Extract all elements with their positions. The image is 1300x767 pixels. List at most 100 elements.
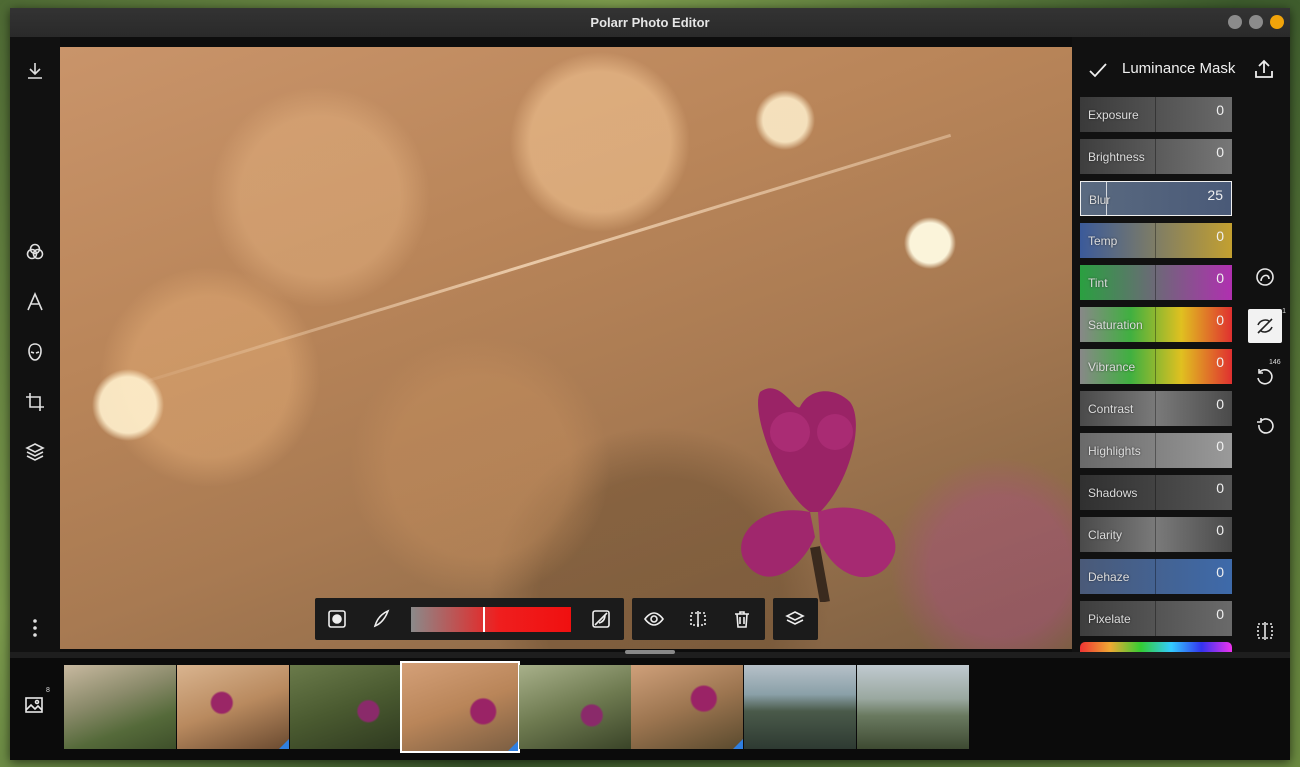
more-icon[interactable] [23, 616, 47, 640]
slider-tick [1155, 265, 1156, 300]
split-view-icon[interactable] [1255, 621, 1277, 643]
thumbnail-1[interactable] [64, 665, 176, 749]
thumbnail-8[interactable] [857, 665, 969, 749]
history-icon[interactable]: 146 [1255, 359, 1281, 389]
slider-vibrance[interactable]: Vibrance 0 [1080, 349, 1232, 384]
app-window: Polarr Photo Editor Luminance Mask Expos… [10, 8, 1290, 760]
brush-select-button[interactable] [322, 604, 352, 634]
slider-tick [1155, 433, 1156, 468]
thumbnail-5[interactable] [519, 665, 631, 749]
flower-image [741, 388, 896, 602]
download-icon[interactable] [23, 59, 47, 83]
filters-icon[interactable] [23, 240, 47, 264]
slider-tick [1155, 223, 1156, 258]
minimize-button[interactable] [1228, 15, 1242, 29]
slider-value: 0 [1216, 102, 1224, 118]
crop-icon[interactable] [23, 390, 47, 414]
slider-value: 25 [1207, 187, 1223, 203]
panel-title: Luminance Mask [1122, 60, 1236, 77]
slider-label: Highlights [1088, 444, 1141, 458]
slider-tick [1155, 517, 1156, 552]
edited-marker [733, 739, 743, 749]
left-toolbar [10, 37, 60, 652]
slider-highlights[interactable]: Highlights 0 [1080, 433, 1232, 468]
slider-tick [1155, 139, 1156, 174]
thumbnail-3[interactable] [290, 665, 402, 749]
slider-saturation[interactable]: Saturation 0 [1080, 307, 1232, 342]
slider-label: Saturation [1088, 318, 1143, 332]
slider-label: Pixelate [1088, 612, 1131, 626]
slider-tint[interactable]: Tint 0 [1080, 265, 1232, 300]
text-icon[interactable] [23, 290, 47, 314]
check-icon[interactable] [1087, 59, 1109, 81]
edited-marker [279, 739, 289, 749]
slider-temp[interactable]: Temp 0 [1080, 223, 1232, 258]
invert-mask-icon[interactable] [586, 604, 616, 634]
slider-value: 0 [1216, 438, 1224, 454]
mask-layers-icon[interactable] [780, 604, 810, 634]
adjustment-panel: Luminance Mask Exposure 0 Brightness 0 Blur 2… [1072, 37, 1290, 652]
slider-value: 0 [1216, 312, 1224, 328]
reset-icon[interactable] [1255, 417, 1277, 439]
history-count-badge: 146 [1269, 359, 1281, 366]
maximize-button[interactable] [1249, 15, 1263, 29]
slider-value: 0 [1216, 606, 1224, 622]
slider-value: 0 [1216, 270, 1224, 286]
spiderweb-strand [89, 133, 952, 400]
compare-icon[interactable] [683, 604, 713, 634]
slider-label: Brightness [1088, 150, 1145, 164]
edited-marker [508, 741, 518, 751]
mask-count-badge: 1 [1282, 308, 1286, 315]
slider-value: 0 [1216, 480, 1224, 496]
thumbnail-7[interactable] [744, 665, 856, 749]
mask-toolbar [315, 598, 624, 640]
window-title: Polarr Photo Editor [590, 15, 710, 30]
thumbnail-6[interactable] [631, 665, 743, 749]
mask-tool-icon[interactable] [1255, 267, 1277, 289]
slider-clarity[interactable]: Clarity 0 [1080, 517, 1232, 552]
slider-label: Shadows [1088, 486, 1138, 500]
slider-exposure[interactable]: Exposure 0 [1080, 97, 1232, 132]
face-icon[interactable] [23, 340, 47, 364]
thumbnail-2[interactable] [177, 665, 289, 749]
hsl-color-strip[interactable] [1080, 642, 1232, 652]
slider-label: Clarity [1088, 528, 1123, 542]
slider-value: 0 [1216, 396, 1224, 412]
photo-canvas[interactable] [60, 47, 1072, 649]
slider-label: Blur [1089, 193, 1111, 207]
slider-tick [1155, 475, 1156, 510]
slider-brightness[interactable]: Brightness 0 [1080, 139, 1232, 174]
slider-tick [1155, 349, 1156, 384]
slider-value: 0 [1216, 564, 1224, 580]
trash-icon[interactable] [727, 604, 757, 634]
share-icon[interactable] [1253, 58, 1275, 80]
slider-value: 0 [1216, 522, 1224, 538]
layers-icon[interactable] [23, 440, 47, 464]
filmstrip: 8 [10, 658, 1290, 760]
slider-label: Contrast [1088, 402, 1134, 416]
slider-tick [1155, 97, 1156, 132]
slider-pixelate[interactable]: Pixelate 0 [1080, 601, 1232, 636]
local-adjust-icon[interactable]: 1 [1248, 308, 1286, 343]
gallery-icon[interactable]: 8 [24, 687, 50, 717]
luminance-range-slider[interactable] [411, 606, 571, 632]
slider-tick [1155, 307, 1156, 342]
thumbnail-4-selected[interactable] [400, 661, 520, 753]
slider-value: 0 [1216, 228, 1224, 244]
slider-tick [1155, 601, 1156, 636]
brush-icon[interactable] [366, 604, 396, 634]
filmstrip-resize-handle[interactable] [625, 650, 675, 654]
slider-label: Dehaze [1088, 570, 1130, 584]
mask-actions-toolbar [632, 598, 765, 640]
slider-blur[interactable]: Blur 25 [1080, 181, 1232, 216]
slider-label: Temp [1088, 234, 1118, 248]
eye-icon[interactable] [639, 604, 669, 634]
slider-tick [1155, 391, 1156, 426]
slider-dehaze[interactable]: Dehaze 0 [1080, 559, 1232, 594]
close-button[interactable] [1270, 15, 1284, 29]
slider-shadows[interactable]: Shadows 0 [1080, 475, 1232, 510]
luminance-range-handle[interactable] [483, 606, 485, 632]
photo-count-badge: 8 [46, 687, 50, 694]
slider-contrast[interactable]: Contrast 0 [1080, 391, 1232, 426]
slider-value: 0 [1216, 354, 1224, 370]
